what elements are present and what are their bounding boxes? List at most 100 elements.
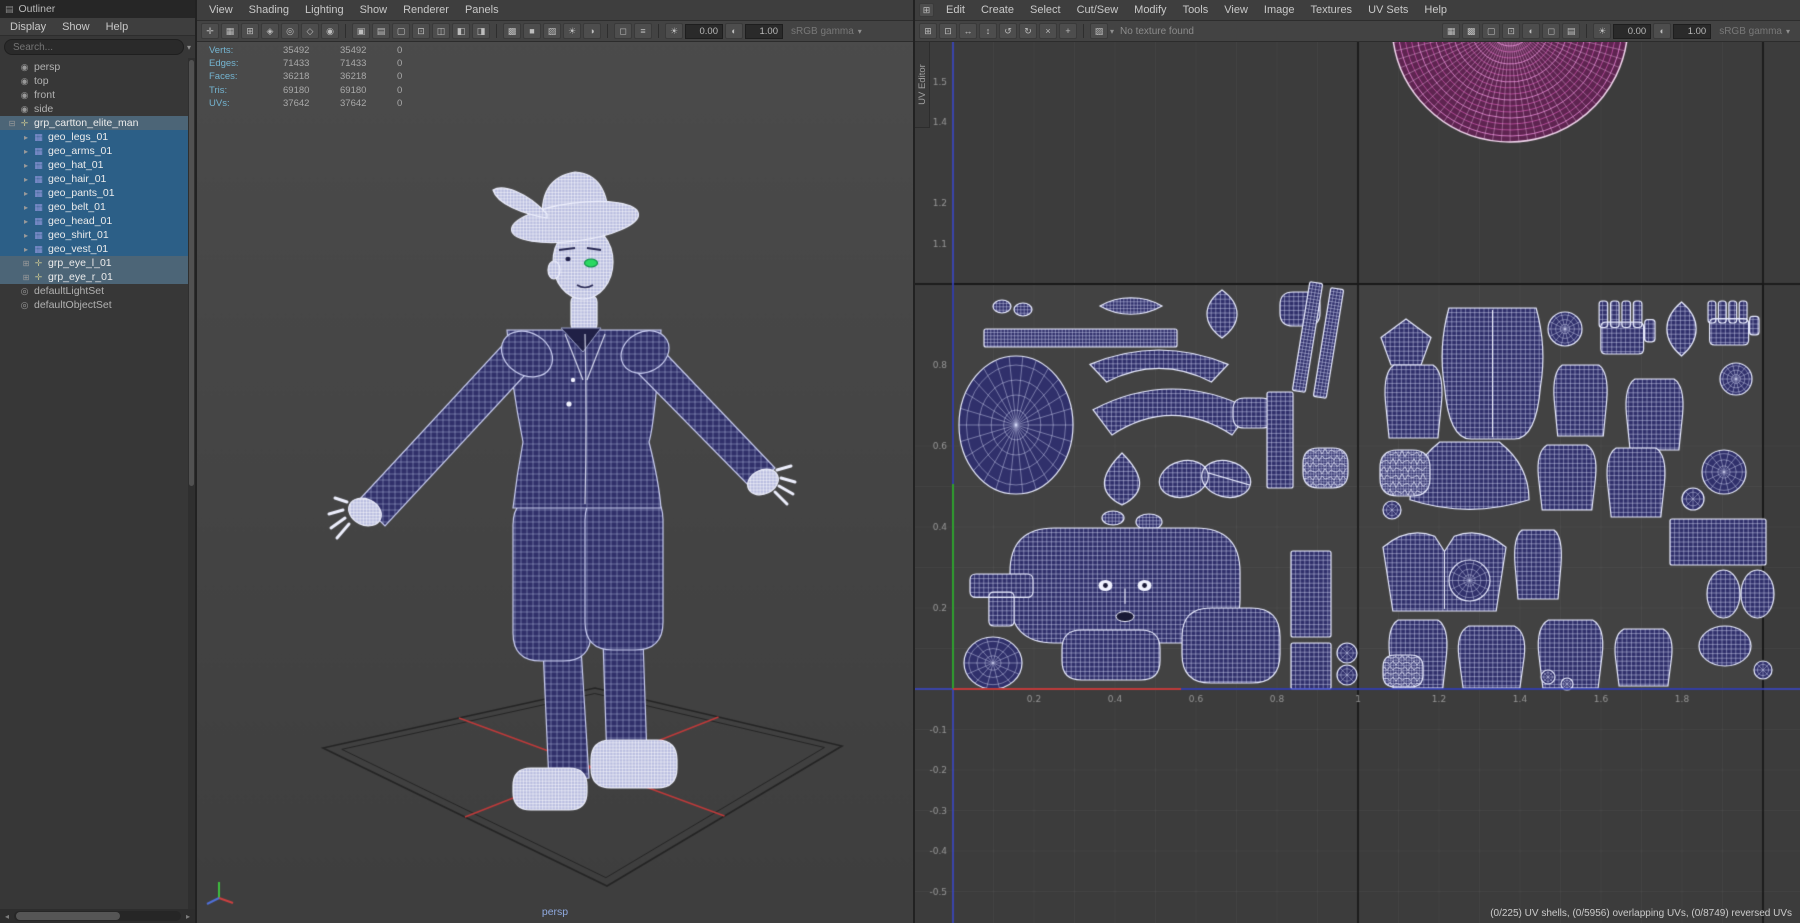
exposure-icon[interactable]: ☀ [1593, 23, 1612, 39]
select-object-icon[interactable]: ▦ [221, 23, 239, 39]
shape-expander-icon[interactable]: ▸ [20, 231, 32, 240]
outliner-hscrollbar[interactable]: ◂ ▸ [0, 909, 195, 923]
bookmarks-icon[interactable]: ▤ [372, 23, 390, 39]
pan-zoom-icon[interactable]: ⊡ [412, 23, 430, 39]
shape-expander-icon[interactable]: ▸ [20, 217, 32, 226]
uv-menu-select[interactable]: Select [1022, 3, 1069, 17]
search-filter-dropdown-icon[interactable]: ▾ [187, 43, 191, 52]
scrollbar-thumb[interactable] [16, 912, 120, 920]
uv-editor-side-tab[interactable]: UV Editor [915, 42, 930, 128]
uv-canvas-area[interactable]: UV Editor (0/225) UV shells, (0/5956) ov… [915, 42, 1800, 923]
scrollbar-thumb[interactable] [189, 60, 194, 486]
gamma-icon[interactable]: ◐ [725, 23, 743, 39]
xray-icon[interactable]: ≡ [634, 23, 652, 39]
outliner-search-input[interactable] [4, 39, 184, 55]
outliner-item-defaultobjectset[interactable]: ◎ defaultObjectSet [0, 298, 195, 312]
outliner-item-geo-hair-01[interactable]: ▸ ▦ geo_hair_01 [0, 172, 195, 186]
outliner-menu-help[interactable]: Help [98, 20, 137, 34]
flip-v-icon[interactable]: ↕ [979, 23, 997, 39]
uv-pixel-snap-icon[interactable]: ⊡ [1502, 23, 1521, 39]
outliner-item-geo-belt-01[interactable]: ▸ ▦ geo_belt_01 [0, 200, 195, 214]
shape-expander-icon[interactable]: ▸ [20, 203, 32, 212]
uv-menu-image[interactable]: Image [1256, 3, 1303, 17]
shaded-icon[interactable]: ■ [523, 23, 541, 39]
uv-menu-create[interactable]: Create [973, 3, 1022, 17]
uv-dim-image-icon[interactable]: ◐ [1522, 23, 1541, 39]
uv-menu-cut-sew[interactable]: Cut/Sew [1069, 3, 1127, 17]
resolution-gate-icon[interactable]: ◧ [452, 23, 470, 39]
textured-icon[interactable]: ▨ [543, 23, 561, 39]
shape-expander-icon[interactable]: ▸ [20, 175, 32, 184]
viewport-canvas[interactable] [197, 42, 913, 923]
outliner-menu-display[interactable]: Display [2, 20, 54, 34]
rotate-cw-icon[interactable]: ↻ [1019, 23, 1037, 39]
viewport-menu-show[interactable]: Show [352, 3, 396, 17]
uv-texture-borders-icon[interactable]: ▢ [1482, 23, 1501, 39]
outliner-item-grp-eye-r-01[interactable]: ⊞ ✛ grp_eye_r_01 [0, 270, 195, 284]
image-plane-icon[interactable]: ▢ [392, 23, 410, 39]
snap-point-icon[interactable]: ◎ [281, 23, 299, 39]
checker-map-icon[interactable]: ▨ [1090, 23, 1108, 39]
isolate-select-icon[interactable]: ◻ [614, 23, 632, 39]
shape-expander-icon[interactable]: ▸ [20, 161, 32, 170]
uv-menu-help[interactable]: Help [1416, 3, 1455, 17]
show-manipulator-icon[interactable]: ✛ [201, 23, 219, 39]
viewport-menu-lighting[interactable]: Lighting [297, 3, 352, 17]
uv-exposure-field[interactable] [1613, 23, 1652, 39]
expander-icon[interactable]: ⊞ [20, 273, 32, 282]
uv-distortion-icon[interactable]: ▩ [1462, 23, 1481, 39]
scroll-right-icon[interactable]: ▸ [183, 912, 193, 921]
scroll-left-icon[interactable]: ◂ [2, 912, 12, 921]
exposure-icon[interactable]: ☀ [665, 23, 683, 39]
outliner-item-grp-cartton-elite-man[interactable]: ⊟ ✛ grp_cartton_elite_man [0, 116, 195, 130]
viewport-menu-shading[interactable]: Shading [241, 3, 297, 17]
outliner-item-geo-vest-01[interactable]: ▸ ▦ geo_vest_01 [0, 242, 195, 256]
uv-isolate-icon[interactable]: ◻ [1542, 23, 1561, 39]
outliner-item-persp[interactable]: ◉ persp [0, 60, 195, 74]
wireframe-icon[interactable]: ▩ [503, 23, 521, 39]
shape-expander-icon[interactable]: ▸ [20, 189, 32, 198]
uv-view-transform-select[interactable]: sRGB gamma ▾ [1713, 26, 1796, 37]
viewport-canvas-area[interactable]: Verts: 35492 35492 0 Edges: 71433 71433 0 Faces:… [197, 42, 913, 923]
outliner-item-top[interactable]: ◉ top [0, 74, 195, 88]
outliner-item-geo-arms-01[interactable]: ▸ ▦ geo_arms_01 [0, 144, 195, 158]
uv-grid-icon[interactable]: ⊞ [919, 23, 937, 39]
outliner-item-front[interactable]: ◉ front [0, 88, 195, 102]
outliner-item-defaultlightset[interactable]: ◎ defaultLightSet [0, 284, 195, 298]
expander-icon[interactable]: ⊟ [6, 119, 18, 128]
scrollbar-track[interactable] [14, 911, 181, 921]
gate-mask-icon[interactable]: ◨ [472, 23, 490, 39]
uv-statistics-icon[interactable]: ▤ [1562, 23, 1581, 39]
shape-expander-icon[interactable]: ▸ [20, 245, 32, 254]
panel-divider[interactable] [195, 0, 197, 923]
uv-menu-view[interactable]: View [1216, 3, 1256, 17]
uv-menu-textures[interactable]: Textures [1302, 3, 1360, 17]
outliner-menu-show[interactable]: Show [54, 20, 98, 34]
outliner-vscrollbar[interactable] [188, 58, 195, 909]
uv-menu-uv-sets[interactable]: UV Sets [1360, 3, 1416, 17]
snap-curve-icon[interactable]: ◈ [261, 23, 279, 39]
viewport-menu-panels[interactable]: Panels [457, 3, 507, 17]
shadows-icon[interactable]: ◑ [583, 23, 601, 39]
expander-icon[interactable]: ⊞ [20, 259, 32, 268]
viewport-menu-view[interactable]: View [201, 3, 241, 17]
uv-menu-edit[interactable]: Edit [938, 3, 973, 17]
outliner-item-grp-eye-l-01[interactable]: ⊞ ✛ grp_eye_l_01 [0, 256, 195, 270]
texture-dropdown-icon[interactable]: ▾ [1110, 27, 1114, 36]
gamma-field[interactable] [745, 23, 783, 39]
uv-menu-modify[interactable]: Modify [1126, 3, 1174, 17]
make-live-icon[interactable]: ◉ [321, 23, 339, 39]
film-gate-icon[interactable]: ◫ [432, 23, 450, 39]
outliner-item-geo-hat-01[interactable]: ▸ ▦ geo_hat_01 [0, 158, 195, 172]
outliner-item-geo-head-01[interactable]: ▸ ▦ geo_head_01 [0, 214, 195, 228]
outliner-item-geo-pants-01[interactable]: ▸ ▦ geo_pants_01 [0, 186, 195, 200]
outliner-item-geo-shirt-01[interactable]: ▸ ▦ geo_shirt_01 [0, 228, 195, 242]
viewport-menu-renderer[interactable]: Renderer [395, 3, 457, 17]
gamma-icon[interactable]: ◐ [1653, 23, 1672, 39]
panel-divider[interactable] [913, 0, 915, 923]
uv-canvas[interactable] [915, 42, 1800, 923]
cut-uv-icon[interactable]: × [1039, 23, 1057, 39]
uv-gamma-field[interactable] [1673, 23, 1712, 39]
outliner-item-geo-legs-01[interactable]: ▸ ▦ geo_legs_01 [0, 130, 195, 144]
shape-expander-icon[interactable]: ▸ [20, 133, 32, 142]
